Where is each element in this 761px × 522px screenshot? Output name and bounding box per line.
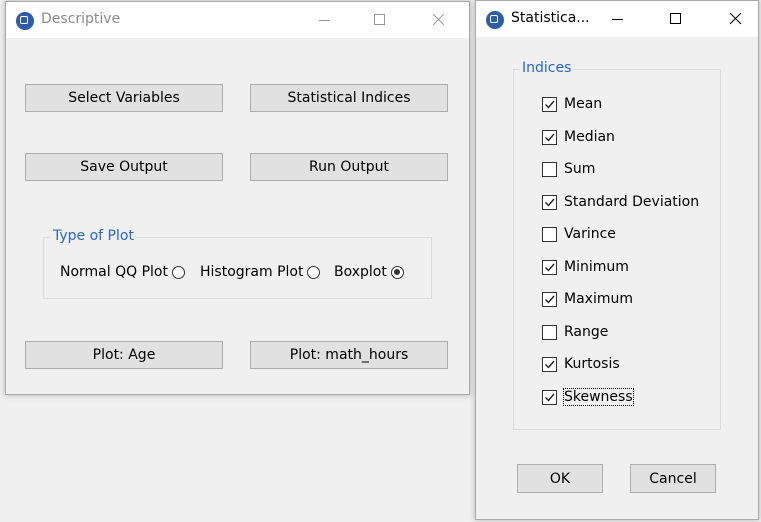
- maximize-icon: [670, 13, 681, 24]
- radio-label: Boxplot: [334, 264, 387, 280]
- checkbox[interactable]: [542, 161, 557, 177]
- close-button[interactable]: [416, 2, 462, 38]
- index-item[interactable]: Maximum: [542, 291, 633, 307]
- close-icon: [433, 14, 445, 26]
- checkmark-icon: [545, 100, 555, 109]
- app-icon: [16, 12, 34, 30]
- index-label: Standard Deviation: [564, 194, 700, 210]
- app-icon: [486, 11, 504, 29]
- checkbox[interactable]: [542, 194, 557, 210]
- select-variables-button[interactable]: Select Variables: [25, 84, 223, 112]
- window-title: Statistica...: [511, 10, 590, 26]
- descriptive-titlebar[interactable]: Descriptive: [6, 2, 469, 38]
- statistics-titlebar[interactable]: Statistica...: [476, 1, 758, 37]
- radio-button[interactable]: [307, 265, 321, 279]
- plot-type-label: Type of Plot: [51, 228, 136, 244]
- radio-normal-qq[interactable]: Normal QQ Plot: [60, 264, 185, 280]
- index-label: Kurtosis: [564, 356, 620, 372]
- checkmark-icon: [545, 198, 555, 207]
- index-item[interactable]: Skewness: [542, 388, 634, 406]
- checkmark-icon: [545, 263, 555, 272]
- window-title: Descriptive: [41, 11, 121, 27]
- index-item[interactable]: Varince: [542, 226, 616, 242]
- statistical-indices-button[interactable]: Statistical Indices: [250, 84, 448, 112]
- close-button[interactable]: [713, 1, 759, 37]
- index-label: Range: [564, 324, 609, 340]
- run-output-button[interactable]: Run Output: [250, 153, 448, 181]
- save-output-button[interactable]: Save Output: [25, 153, 223, 181]
- checkmark-icon: [545, 393, 555, 402]
- index-item[interactable]: Kurtosis: [542, 356, 620, 372]
- radio-label: Histogram Plot: [200, 264, 304, 280]
- plot-age-button[interactable]: Plot: Age: [25, 341, 223, 369]
- descriptive-window: Descriptive: [5, 1, 470, 395]
- minimize-icon: [612, 19, 623, 20]
- radio-histogram[interactable]: Histogram Plot: [200, 264, 321, 280]
- index-label: Minimum: [564, 259, 629, 275]
- checkbox[interactable]: [542, 259, 557, 275]
- index-label: Maximum: [564, 291, 633, 307]
- radio-button[interactable]: [171, 265, 185, 279]
- checkbox[interactable]: [542, 226, 557, 242]
- index-item[interactable]: Median: [542, 129, 615, 145]
- minimize-button[interactable]: [595, 1, 641, 37]
- checkbox[interactable]: [542, 96, 557, 112]
- index-item[interactable]: Mean: [542, 96, 602, 112]
- minimize-button[interactable]: [302, 2, 348, 38]
- maximize-button[interactable]: [357, 2, 403, 38]
- maximize-button[interactable]: [653, 1, 699, 37]
- checkmark-icon: [545, 133, 555, 142]
- checkmark-icon: [545, 360, 555, 369]
- checkbox[interactable]: [542, 129, 557, 145]
- index-item[interactable]: Range: [542, 324, 608, 340]
- index-label: Sum: [564, 161, 596, 177]
- checkbox[interactable]: [542, 356, 557, 372]
- cancel-button[interactable]: Cancel: [630, 464, 716, 493]
- radio-boxplot[interactable]: Boxplot: [334, 264, 404, 280]
- checkbox[interactable]: [542, 291, 557, 307]
- radio-label: Normal QQ Plot: [60, 264, 168, 280]
- index-item[interactable]: Sum: [542, 161, 595, 177]
- index-label: Varince: [564, 226, 616, 242]
- index-label: Mean: [564, 96, 603, 112]
- index-label: Skewness: [563, 388, 634, 406]
- indices-group: [513, 69, 721, 430]
- checkbox[interactable]: [542, 389, 557, 405]
- minimize-icon: [319, 20, 330, 21]
- ok-button[interactable]: OK: [517, 464, 603, 493]
- indices-label: Indices: [520, 60, 574, 76]
- index-item[interactable]: Standard Deviation: [542, 194, 699, 210]
- index-label: Median: [564, 129, 615, 145]
- index-item[interactable]: Minimum: [542, 259, 629, 275]
- checkmark-icon: [545, 295, 555, 304]
- close-icon: [730, 13, 742, 25]
- plot-math-hours-button[interactable]: Plot: math_hours: [250, 341, 448, 369]
- maximize-icon: [374, 14, 385, 25]
- checkbox[interactable]: [542, 324, 557, 340]
- radio-button[interactable]: [390, 265, 404, 279]
